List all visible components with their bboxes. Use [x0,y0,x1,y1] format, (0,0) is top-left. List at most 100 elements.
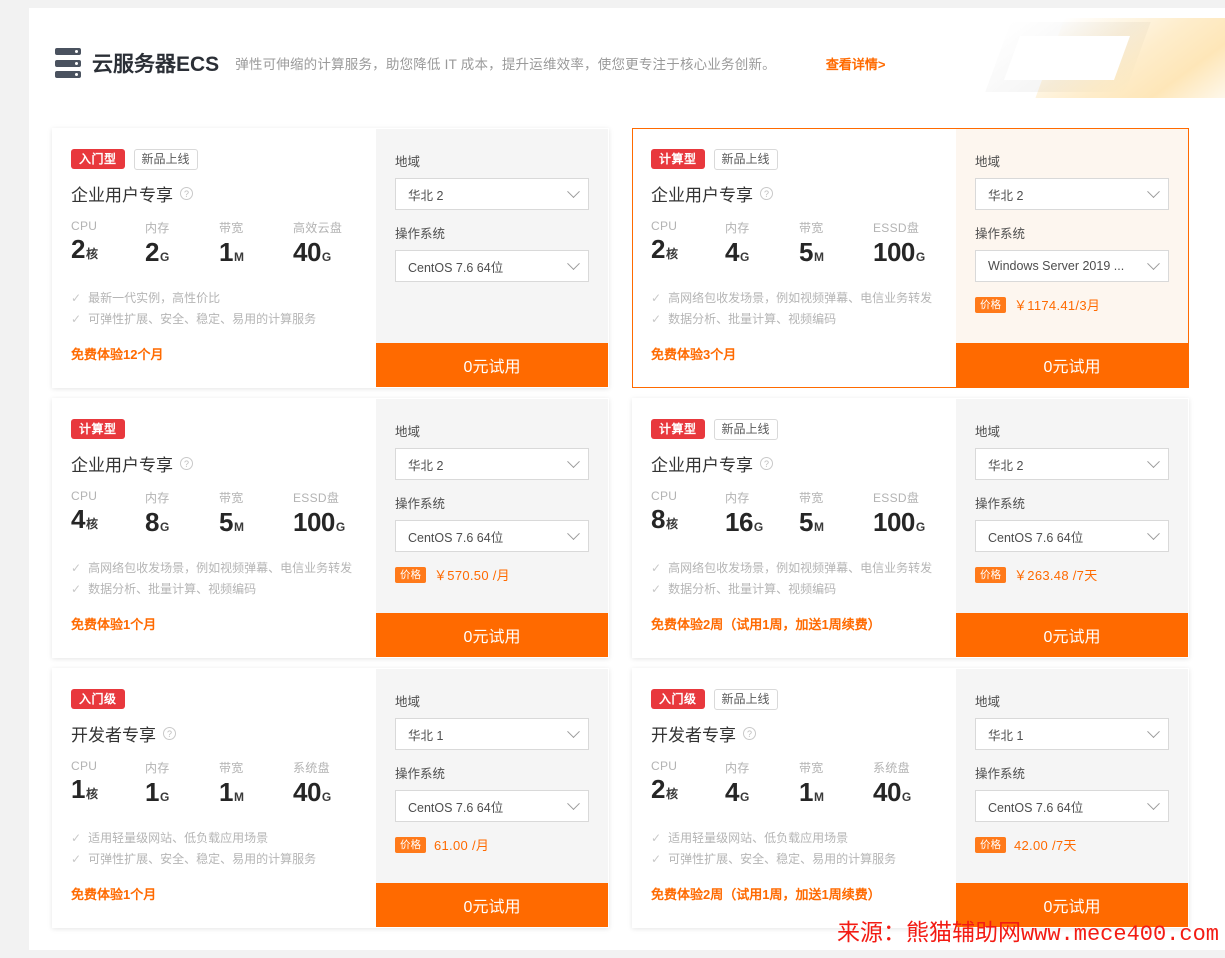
spec-unit: 核 [665,247,678,261]
spec-value: 5M [219,507,293,542]
page-header: 云服务器ECS 弹性可伸缩的计算服务，助您降低 IT 成本，提升运维效率，使您更… [29,8,1225,118]
spec-unit: 核 [665,517,678,531]
config-body: 地域 华北 2 操作系统 CentOS 7.6 64位 价格 ￥570.50 /月 [376,399,608,613]
free-trial-button[interactable]: 0元试用 [376,883,608,927]
product-card[interactable]: 入门型 新品上线 企业用户专享? CPU 2核 内存 2G 带宽 1M 高效云盘 40G ✓ 最新一代实… [52,128,609,388]
check-icon: ✓ [651,582,662,596]
product-card[interactable]: 入门级 新品上线 开发者专享? CPU 2核 内存 4G 带宽 1M 系统盘 40G ✓ 适用轻量级网站… [632,668,1189,928]
help-icon[interactable]: ? [163,727,176,740]
spec-value: 2核 [651,774,725,809]
help-icon[interactable]: ? [180,187,193,200]
spec-label: CPU [651,489,678,503]
help-icon[interactable]: ? [743,727,756,740]
os-label: 操作系统 [395,227,446,241]
spec-value: 2核 [71,234,145,269]
region-select[interactable]: 华北 1 [395,718,589,750]
card-config-pane: 地域 华北 1 操作系统 CentOS 7.6 64位 价格 42.00 /7天 0元试用 [956,669,1188,927]
spec-value: 100G [293,507,345,542]
chevron-down-icon [1147,256,1160,270]
spec-value: 40G [293,777,331,812]
region-select[interactable]: 华北 2 [975,178,1169,210]
free-trial-button[interactable]: 0元试用 [956,613,1188,657]
help-icon[interactable]: ? [180,457,193,470]
card-title: 企业用户专享? [651,451,940,476]
new-product-tag: 新品上线 [713,148,778,170]
card-config-pane: 地域 华北 2 操作系统 Windows Server 2019 ... 价格 ￥1174… [956,129,1188,387]
feature-item: ✓ 高网络包收发场景，例如视频弹幕、电信业务转发 [71,558,360,579]
chevron-down-icon [567,796,580,810]
chevron-down-icon [567,454,580,468]
help-icon[interactable]: ? [760,457,773,470]
os-select[interactable]: CentOS 7.6 64位 [395,520,589,552]
category-tag: 入门型 [71,149,125,169]
spec-value: 2核 [651,234,725,269]
region-select-value: 华北 1 [988,728,1024,743]
region-select-value: 华北 1 [408,728,444,743]
spec-value: 4核 [71,504,145,539]
feature-item: ✓ 数据分析、批量计算、视频编码 [651,309,940,330]
os-select[interactable]: CentOS 7.6 64位 [395,790,589,822]
spec-value: 1核 [71,774,145,809]
card-tags: 计算型 [71,419,360,439]
spec-label: 带宽 [799,491,824,505]
chevron-down-icon [567,526,580,540]
spec-label: 带宽 [219,491,244,505]
region-select[interactable]: 华北 2 [975,448,1169,480]
product-card[interactable]: 计算型 新品上线 企业用户专享? CPU 8核 内存 16G 带宽 5M ESSD盘 100G ✓ 高网… [632,398,1189,658]
spec-value: 5M [799,507,873,542]
view-details-link[interactable]: 查看详情> [826,54,886,73]
check-icon: ✓ [651,291,662,305]
card-info-pane: 计算型 新品上线 企业用户专享? CPU 2核 内存 4G 带宽 5M ESSD盘 100G ✓ 高网络… [633,129,956,387]
region-select[interactable]: 华北 1 [975,718,1169,750]
product-card[interactable]: 计算型 新品上线 企业用户专享? CPU 2核 内存 4G 带宽 5M ESSD盘 100G ✓ 高网络… [632,128,1189,388]
os-select[interactable]: CentOS 7.6 64位 [975,790,1169,822]
os-select[interactable]: Windows Server 2019 ... [975,250,1169,282]
spec-value: 8核 [651,504,725,539]
product-card[interactable]: 入门级 开发者专享? CPU 1核 内存 1G 带宽 1M 系统盘 40G ✓ 适用轻量级网站、低负载… [52,668,609,928]
spec-unit: M [233,250,244,264]
config-body: 地域 华北 2 操作系统 Windows Server 2019 ... 价格 ￥1174… [956,129,1188,343]
spec-value: 16G [725,507,799,542]
free-trial-button[interactable]: 0元试用 [376,343,608,387]
spec-value: 1M [219,237,293,272]
chevron-down-icon [567,256,580,270]
card-config-pane: 地域 华北 1 操作系统 CentOS 7.6 64位 价格 61.00 /月 0元试用 [376,669,608,927]
region-select[interactable]: 华北 2 [395,178,589,210]
feature-list: ✓ 最新一代实例，高性价比 ✓ 可弹性扩展、安全、稳定、易用的计算服务 [71,288,360,330]
card-title: 企业用户专享? [651,181,940,206]
feature-text: 高网络包收发场景，例如视频弹幕、电信业务转发 [668,561,933,575]
page-subtitle: 弹性可伸缩的计算服务，助您降低 IT 成本，提升运维效率，使您更专注于核心业务创… [235,57,776,72]
spec-unit: M [233,790,244,804]
os-select-value: CentOS 7.6 64位 [408,530,504,545]
check-icon: ✓ [71,561,82,575]
spec-item: 系统盘 40G [293,759,331,812]
chevron-down-icon [1147,796,1160,810]
config-body: 地域 华北 1 操作系统 CentOS 7.6 64位 价格 42.00 /7天 [956,669,1188,883]
os-label: 操作系统 [395,767,446,781]
spec-value: 100G [873,237,925,272]
spec-item: ESSD盘 100G [873,489,925,542]
spec-value: 5M [799,237,873,272]
spec-label: 系统盘 [873,761,910,775]
os-select[interactable]: CentOS 7.6 64位 [395,250,589,282]
region-label: 地域 [975,155,1001,169]
product-card[interactable]: 计算型 企业用户专享? CPU 4核 内存 8G 带宽 5M ESSD盘 100G ✓ 高网络包收发场… [52,398,609,658]
spec-value: 1M [799,777,873,812]
free-trial-button[interactable]: 0元试用 [956,343,1188,387]
region-select[interactable]: 华北 2 [395,448,589,480]
os-select[interactable]: CentOS 7.6 64位 [975,520,1169,552]
card-config-pane: 地域 华北 2 操作系统 CentOS 7.6 64位 0元试用 [376,129,608,387]
price-row: 价格 42.00 /7天 [975,835,1169,854]
help-icon[interactable]: ? [760,187,773,200]
feature-list: ✓ 高网络包收发场景，例如视频弹幕、电信业务转发 ✓ 数据分析、批量计算、视频编码 [71,558,360,600]
spec-value: 4G [725,237,799,272]
spec-label: 内存 [145,761,170,775]
spec-label: 带宽 [799,221,824,235]
feature-text: 最新一代实例，高性价比 [88,291,221,305]
feature-item: ✓ 适用轻量级网站、低负载应用场景 [71,828,360,849]
free-trial-button[interactable]: 0元试用 [376,613,608,657]
spec-label: CPU [651,219,678,233]
spec-label: 带宽 [219,761,244,775]
card-title-text: 企业用户专享 [71,456,173,475]
category-tag: 入门级 [651,689,705,709]
